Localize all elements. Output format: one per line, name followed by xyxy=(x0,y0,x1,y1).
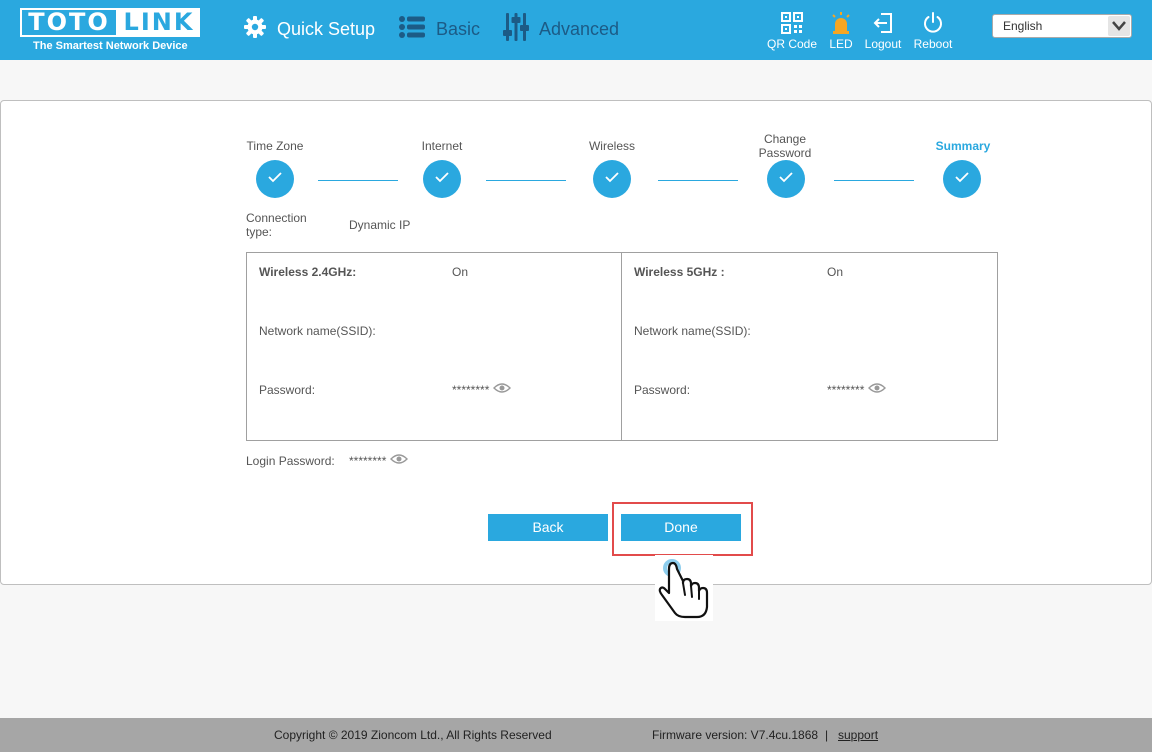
nav-quick-setup[interactable]: Quick Setup xyxy=(243,14,375,44)
language-select-value: English xyxy=(1003,19,1043,33)
wireless-5ghz-column: Wireless 5GHz : On Network name(SSID): P… xyxy=(622,253,997,440)
connection-type-value: Dynamic IP xyxy=(349,218,411,232)
step-connector xyxy=(834,180,914,181)
step-label-internet: Internet xyxy=(421,139,463,153)
connection-type-label: Connection type: xyxy=(246,211,307,239)
summary-panel: Time Zone Internet Wireless Change Passw… xyxy=(0,100,1152,585)
checkmark-icon xyxy=(604,170,620,188)
done-button[interactable]: Done xyxy=(621,514,741,541)
chevron-down-icon xyxy=(1108,16,1130,36)
login-password-value: ******** xyxy=(349,453,387,468)
step-change-password-done xyxy=(767,160,805,198)
logo-link-text: LINK xyxy=(118,8,200,37)
wireless-24ghz-password: ******** xyxy=(452,382,512,397)
login-password-label: Login Password: xyxy=(246,454,335,468)
power-icon xyxy=(903,12,963,34)
ssid-redacted xyxy=(818,319,968,345)
logo-toto-text: TOTO xyxy=(20,8,118,37)
wireless-24ghz-title: Wireless 2.4GHz: xyxy=(259,265,357,279)
login-password: ******** xyxy=(349,453,409,468)
wireless-24ghz-ssid-label: Network name(SSID): xyxy=(259,324,376,338)
totolink-logo: TOTO LINK The Smartest Network Device xyxy=(20,8,200,54)
nav-quick-setup-label: Quick Setup xyxy=(277,18,376,39)
support-link[interactable]: support xyxy=(838,728,878,742)
footer-separator: | xyxy=(825,728,829,742)
reboot-label: Reboot xyxy=(913,37,953,51)
step-connector xyxy=(318,180,398,181)
checkmark-icon xyxy=(267,170,283,188)
step-summary-done xyxy=(943,160,981,198)
qr-code-label: QR Code xyxy=(766,37,818,51)
firmware-version: Firmware version: V7.4cu.1868 xyxy=(652,728,819,742)
checkmark-icon xyxy=(434,170,450,188)
logo-tagline: The Smartest Network Device xyxy=(33,40,188,52)
language-select[interactable]: English xyxy=(992,14,1132,38)
wireless-5ghz-password: ******** xyxy=(827,382,887,397)
wireless-24ghz-password-value: ******** xyxy=(452,382,490,397)
nav-basic-label: Basic xyxy=(436,18,481,39)
sliders-icon xyxy=(503,12,529,46)
nav-basic[interactable]: Basic xyxy=(398,14,480,44)
back-button[interactable]: Back xyxy=(488,514,608,541)
eye-icon[interactable] xyxy=(864,382,887,397)
wireless-5ghz-ssid-label: Network name(SSID): xyxy=(634,324,751,338)
wireless-summary-box: Wireless 2.4GHz: On Network name(SSID): … xyxy=(246,252,998,441)
step-connector xyxy=(486,180,566,181)
wireless-24ghz-password-label: Password: xyxy=(259,383,316,397)
step-internet-done xyxy=(423,160,461,198)
hand-pointer-icon xyxy=(655,555,713,621)
reboot-button[interactable]: Reboot xyxy=(903,12,963,51)
wireless-5ghz-title: Wireless 5GHz : xyxy=(634,265,725,279)
step-wireless-done xyxy=(593,160,631,198)
step-label-wireless: Wireless xyxy=(588,139,635,153)
wireless-5ghz-status: On xyxy=(827,265,844,279)
wireless-24ghz-column: Wireless 2.4GHz: On Network name(SSID): … xyxy=(247,253,622,440)
step-label-summary: Summary xyxy=(935,139,991,153)
nav-advanced[interactable]: Advanced xyxy=(503,12,620,46)
step-label-time-zone: Time Zone xyxy=(246,139,304,153)
copyright-text: Copyright © 2019 Zioncom Ltd., All Right… xyxy=(274,728,552,742)
wireless-5ghz-password-value: ******** xyxy=(827,382,865,397)
wireless-24ghz-status: On xyxy=(452,265,469,279)
logout-label: Logout xyxy=(864,37,902,51)
wireless-5ghz-password-label: Password: xyxy=(634,383,691,397)
eye-icon[interactable] xyxy=(386,453,409,468)
checkmark-icon xyxy=(778,170,794,188)
checkmark-icon xyxy=(954,170,970,188)
gear-icon xyxy=(243,15,267,44)
step-label-change-password: Change Password xyxy=(758,132,812,160)
list-icon xyxy=(398,15,426,44)
ssid-redacted xyxy=(405,319,577,345)
led-label: LED xyxy=(829,37,853,51)
page-footer: Copyright © 2019 Zioncom Ltd., All Right… xyxy=(0,718,1152,752)
step-connector xyxy=(658,180,738,181)
eye-icon[interactable] xyxy=(489,382,512,397)
step-time-zone-done xyxy=(256,160,294,198)
nav-advanced-label: Advanced xyxy=(539,18,620,39)
top-header: TOTO LINK The Smartest Network Device Qu… xyxy=(0,0,1152,60)
